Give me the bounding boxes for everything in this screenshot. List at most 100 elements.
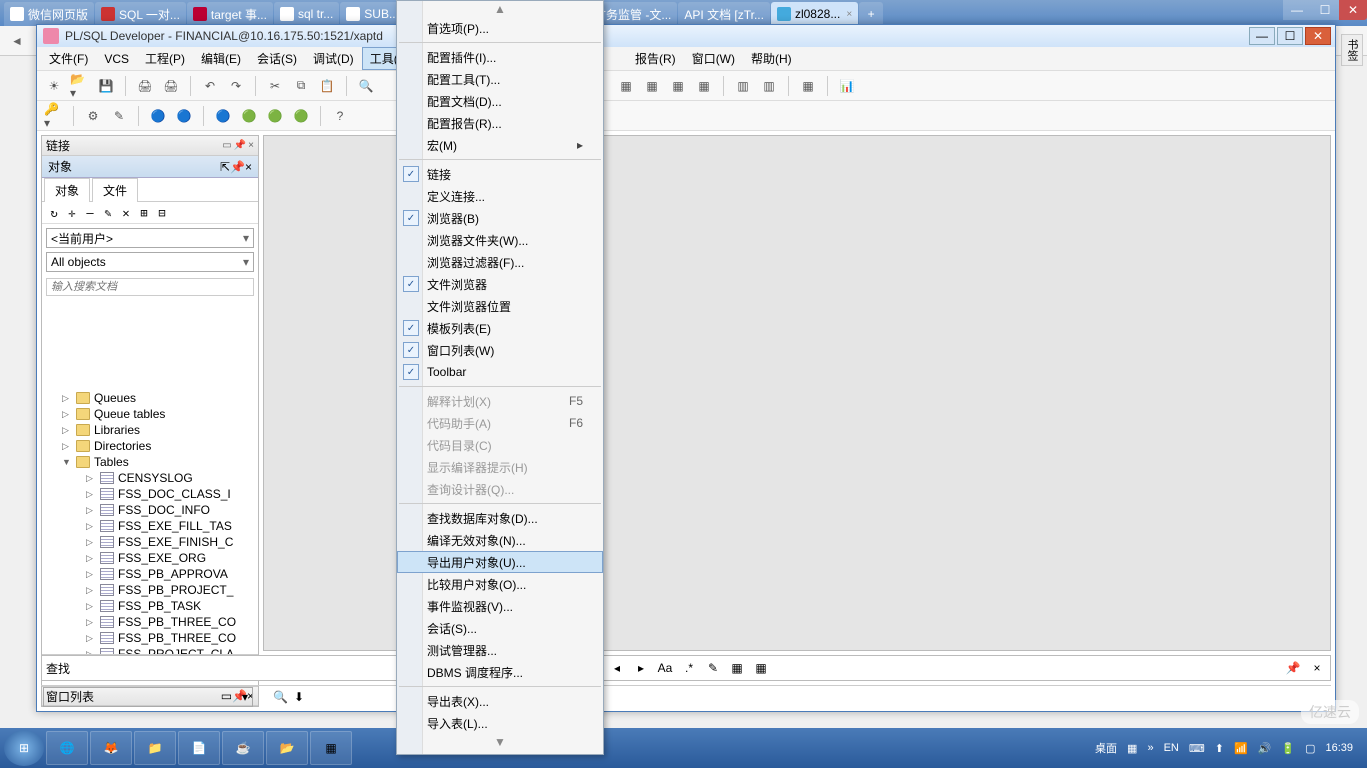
tray-icon[interactable]: ▦ — [1127, 742, 1137, 755]
menu-item[interactable]: 首选项(P)... — [397, 17, 603, 39]
object-tree[interactable]: ▷Queues ▷Queue tables ▷Libraries ▷Direct… — [42, 390, 258, 654]
tree-table[interactable]: ▷FSS_EXE_FILL_TAS — [42, 518, 258, 534]
taskbar-item-notepad[interactable]: 📄 — [178, 731, 220, 765]
menu-item[interactable]: ✓Toolbar — [397, 361, 603, 383]
tool-icon[interactable]: 🟢 — [238, 105, 260, 127]
app-minimize-button[interactable]: — — [1249, 27, 1275, 45]
menu-edit[interactable]: 编辑(E) — [193, 47, 249, 70]
menu-item[interactable]: ✓链接 — [397, 163, 603, 185]
taskbar-item-explorer[interactable]: 📁 — [134, 731, 176, 765]
clock[interactable]: 16:39 — [1325, 742, 1353, 754]
tool-icon[interactable]: 🟢 — [264, 105, 286, 127]
highlight-icon[interactable]: ✎ — [704, 661, 722, 675]
tab-files[interactable]: 文件 — [92, 178, 138, 202]
language-indicator[interactable]: EN — [1164, 742, 1179, 754]
save-icon[interactable]: 💾 — [95, 75, 117, 97]
tool-icon[interactable]: 🟢 — [290, 105, 312, 127]
menu-item[interactable]: 导出表(X)... — [397, 690, 603, 712]
cut-icon[interactable]: ✂ — [264, 75, 286, 97]
expand-icon[interactable]: ⊞ — [136, 206, 152, 220]
menu-item[interactable]: 编译无效对象(N)... — [397, 529, 603, 551]
tool-icon[interactable]: ▥ — [758, 75, 780, 97]
browser-tab[interactable]: sql tr... — [274, 2, 339, 26]
menu-item[interactable]: 配置插件(I)... — [397, 46, 603, 68]
print-icon[interactable]: 🖨 — [160, 75, 182, 97]
remove-icon[interactable]: — — [82, 206, 98, 220]
tool-icon[interactable]: 🔵 — [147, 105, 169, 127]
menu-item[interactable]: 配置工具(T)... — [397, 68, 603, 90]
app-maximize-button[interactable]: ☐ — [1277, 27, 1303, 45]
tree-table[interactable]: ▷FSS_EXE_FINISH_C — [42, 534, 258, 550]
rename-icon[interactable]: ✎ — [100, 206, 116, 220]
expand-icon[interactable]: ▷ — [62, 393, 72, 404]
key-icon[interactable]: 🔑▾ — [43, 105, 65, 127]
expand-icon[interactable]: ▷ — [86, 537, 96, 548]
expand-icon[interactable]: ▷ — [62, 425, 72, 436]
menu-help[interactable]: 帮助(H) — [743, 47, 800, 70]
menu-item[interactable]: 配置文档(D)... — [397, 90, 603, 112]
expand-icon[interactable]: ▷ — [86, 601, 96, 612]
keyboard-icon[interactable]: ⌨ — [1189, 742, 1205, 755]
app-close-button[interactable]: ✕ — [1305, 27, 1331, 45]
find-next-icon[interactable]: ▸ — [632, 661, 650, 675]
menu-vcs[interactable]: VCS — [96, 49, 137, 69]
menu-project[interactable]: 工程(P) — [137, 47, 193, 70]
tree-table[interactable]: ▷FSS_EXE_ORG — [42, 550, 258, 566]
expand-icon[interactable]: ▷ — [62, 409, 72, 420]
menu-scroll-up[interactable]: ▲ — [397, 1, 603, 17]
collapse-icon[interactable]: ⊟ — [154, 206, 170, 220]
volume-icon[interactable]: 🔊 — [1258, 742, 1272, 755]
menu-item[interactable]: 浏览器文件夹(W)... — [397, 229, 603, 251]
expand-icon[interactable]: ▷ — [86, 569, 96, 580]
help-icon[interactable]: ? — [329, 105, 351, 127]
tree-table[interactable]: ▷FSS_PB_TASK — [42, 598, 258, 614]
find-prev-icon[interactable]: ◂ — [608, 661, 626, 675]
case-icon[interactable]: Aa — [656, 661, 674, 675]
tray-icon[interactable]: ⬆ — [1215, 742, 1224, 755]
object-search-input[interactable] — [46, 278, 254, 296]
menu-item[interactable]: ✓文件浏览器 — [397, 273, 603, 295]
expand-icon[interactable]: ▷ — [86, 489, 96, 500]
menu-item[interactable]: 会话(S)... — [397, 617, 603, 639]
menu-item[interactable]: ✓浏览器(B) — [397, 207, 603, 229]
add-icon[interactable]: ✛ — [64, 206, 80, 220]
expand-icon[interactable]: ▷ — [86, 473, 96, 484]
desktop-button[interactable]: 桌面 — [1095, 740, 1117, 756]
tree-folder[interactable]: ▷Queue tables — [42, 406, 258, 422]
back-button[interactable]: ◄ — [6, 30, 28, 52]
link-panel-header[interactable]: 链接 ▭📌× — [42, 136, 258, 156]
tool-icon[interactable]: 🔵 — [173, 105, 195, 127]
tool-icon[interactable]: ▦ — [797, 75, 819, 97]
pin-icon[interactable]: ▭ — [222, 140, 231, 151]
tree-folder-expanded[interactable]: ▼Tables — [42, 454, 258, 470]
collapse-icon[interactable]: ▼ — [62, 457, 72, 467]
tree-table[interactable]: ▷FSS_DOC_CLASS_I — [42, 486, 258, 502]
pin-icon[interactable]: ⇱ — [220, 160, 230, 174]
menu-item[interactable]: ✓模板列表(E) — [397, 317, 603, 339]
user-combo[interactable]: <当前用户>▾ — [46, 228, 254, 248]
browser-tab[interactable]: SQL 一对... — [95, 2, 186, 26]
chart-icon[interactable]: 📊 — [836, 75, 858, 97]
menu-file[interactable]: 文件(F) — [41, 47, 96, 70]
tree-table[interactable]: ▷FSS_PB_APPROVA — [42, 566, 258, 582]
menu-report[interactable]: 报告(R) — [627, 47, 684, 70]
tree-table[interactable]: ▷FSS_PB_THREE_CO — [42, 614, 258, 630]
menu-scroll-down[interactable]: ▼ — [397, 734, 603, 750]
status-icon[interactable]: ⬇ — [294, 690, 304, 704]
close-button[interactable]: ✕ — [1339, 0, 1367, 20]
close-icon[interactable]: × — [846, 9, 852, 20]
print-icon[interactable]: 🖨 — [134, 75, 156, 97]
menu-item[interactable]: 定义连接... — [397, 185, 603, 207]
menu-session[interactable]: 会话(S) — [249, 47, 305, 70]
menu-item[interactable]: 比较用户对象(O)... — [397, 573, 603, 595]
menu-item[interactable]: 查找数据库对象(D)... — [397, 507, 603, 529]
tree-table[interactable]: ▷CENSYSLOG — [42, 470, 258, 486]
copy-icon[interactable]: ⧉ — [290, 75, 312, 97]
action-center-icon[interactable]: ▢ — [1305, 742, 1315, 755]
tool-icon[interactable]: ▦ — [615, 75, 637, 97]
expand-icon[interactable]: ▷ — [86, 633, 96, 644]
tree-table[interactable]: ▷FSS_PB_PROJECT_ — [42, 582, 258, 598]
close-icon[interactable]: × — [245, 160, 252, 174]
tool-icon[interactable]: ▥ — [732, 75, 754, 97]
redo-icon[interactable]: ↷ — [225, 75, 247, 97]
